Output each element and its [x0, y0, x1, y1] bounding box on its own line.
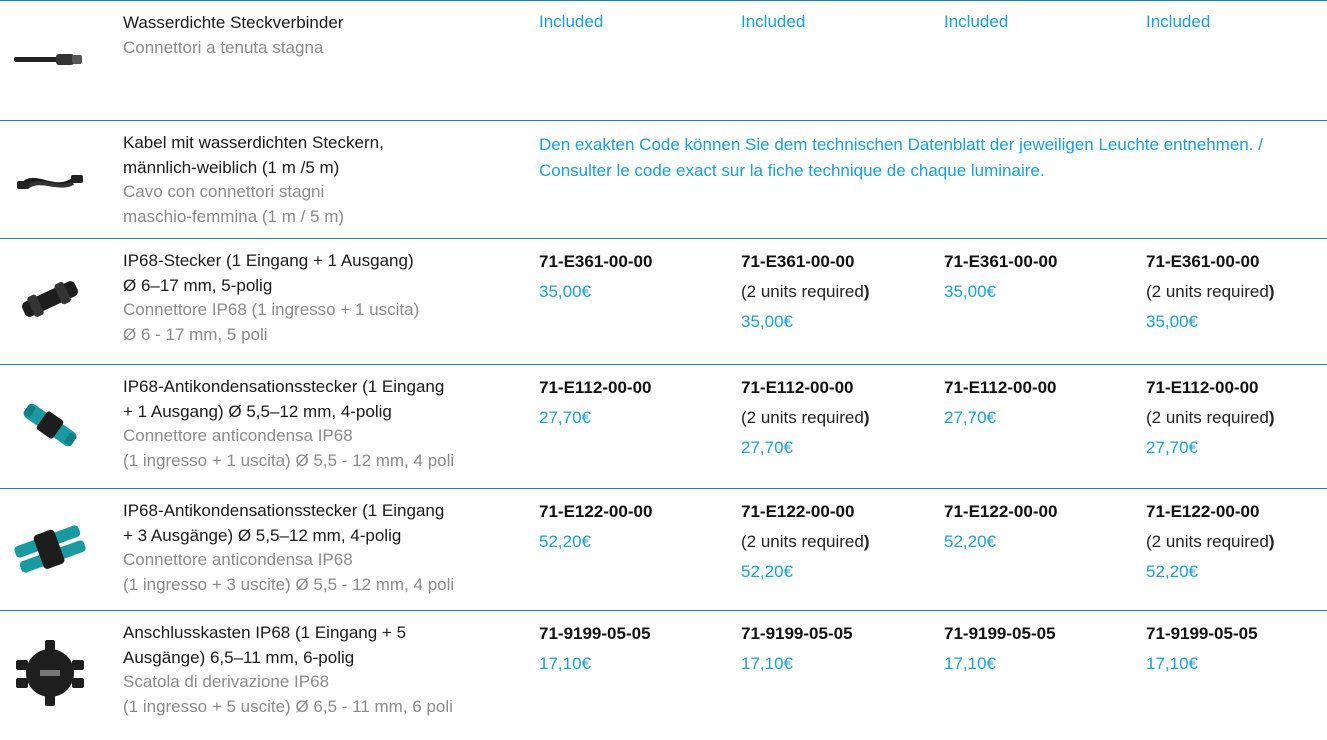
product-name-de: IP68-Antikondensationsstecker (1 Eingang [123, 377, 445, 396]
table-row: Kabel mit wasserdichten Steckern, männli… [0, 120, 1327, 238]
product-name-de: Ø 6–17 mm, 5-polig [123, 275, 273, 295]
product-code: 71-9199-05-05 [741, 624, 853, 643]
units-required-note: (2 units required) [741, 532, 870, 551]
junction-box-icon [0, 633, 100, 713]
product-name-de: Wasserdichte Steckverbinder [123, 13, 344, 32]
price: 52,20€ [1146, 562, 1198, 581]
product-code: 71-E112-00-00 [539, 378, 652, 397]
product-name-it: Connettore IP68 (1 ingresso + 1 uscita) [123, 300, 420, 319]
table-row: IP68-Stecker (1 Eingang + 1 Ausgang) Ø 6… [0, 238, 1327, 364]
product-code: 71-E361-00-00 [1146, 252, 1260, 271]
included-label: Included [1146, 12, 1211, 31]
price: 17,10€ [539, 654, 591, 673]
units-required-note: (2 units required) [1146, 408, 1275, 427]
datasheet-note: Den exakten Code können Sie dem technisc… [539, 135, 1263, 180]
product-name-de: IP68-Stecker (1 Eingang + 1 Ausgang) [123, 251, 414, 270]
product-code: 71-E112-00-00 [944, 378, 1057, 397]
product-name-de: IP68-Antikondensationsstecker (1 Eingang [123, 501, 445, 520]
product-name-it: Ø 6 - 17 mm, 5 poli [123, 324, 268, 344]
price: 52,20€ [944, 532, 996, 551]
product-code: 71-E112-00-00 [1146, 378, 1259, 397]
table-row: IP68-Antikondensationsstecker (1 Eingang… [0, 364, 1327, 488]
cable-connector-icon [0, 21, 100, 96]
units-required-note: (2 units required) [1146, 282, 1275, 301]
units-required-note: (2 units required) [1146, 532, 1275, 551]
product-code: 71-9199-05-05 [539, 624, 651, 643]
product-name-it: Cavo con connettori stagni [123, 182, 325, 201]
product-name-it: Connettori a tenuta stagna [123, 37, 324, 57]
accessories-table: Wasserdichte Steckverbinder Connettori a… [0, 0, 1327, 738]
ip68-connector-icon [0, 259, 100, 339]
product-name-de: Ausgänge) 6,5–11 mm, 6-polig [123, 647, 355, 667]
product-code: 71-E122-00-00 [741, 502, 855, 521]
product-name-de: Kabel mit wasserdichten Steckern, [123, 133, 384, 152]
product-code: 71-E122-00-00 [1146, 502, 1260, 521]
price: 27,70€ [1146, 438, 1198, 457]
price: 27,70€ [741, 438, 793, 457]
price: 35,00€ [944, 282, 996, 301]
product-name-it: (1 ingresso + 3 uscite) Ø 5,5 - 12 mm, 4… [123, 574, 455, 594]
product-name-it: Scatola di derivazione IP68 [123, 672, 330, 691]
included-label: Included [539, 12, 604, 31]
product-code: 71-E361-00-00 [539, 252, 653, 271]
price: 35,00€ [539, 282, 591, 301]
product-name-it: Connettore anticondensa IP68 [123, 550, 353, 569]
product-name-it: Connettore anticondensa IP68 [123, 426, 353, 445]
units-required-note: (2 units required) [741, 282, 870, 301]
price: 52,20€ [741, 562, 793, 581]
product-code: 71-E361-00-00 [944, 252, 1058, 271]
cable-with-plugs-icon [0, 141, 100, 221]
price: 27,70€ [944, 408, 996, 427]
price: 17,10€ [944, 654, 996, 673]
product-name-it: (1 ingresso + 5 uscite) Ø 6,5 - 11 mm, 6… [123, 696, 453, 716]
price: 52,20€ [539, 532, 591, 551]
product-code: 71-E122-00-00 [944, 502, 1058, 521]
product-code: 71-9199-05-05 [944, 624, 1056, 643]
anti-condensation-connector-icon [0, 385, 100, 465]
price: 17,10€ [1146, 654, 1198, 673]
product-code: 71-9199-05-05 [1146, 624, 1258, 643]
product-code: 71-E112-00-00 [741, 378, 854, 397]
price: 17,10€ [741, 654, 793, 673]
product-name-de: + 3 Ausgänge) Ø 5,5–12 mm, 4-polig [123, 525, 402, 545]
price: 27,70€ [539, 408, 591, 427]
product-code: 71-E361-00-00 [741, 252, 855, 271]
price: 35,00€ [1146, 312, 1198, 331]
product-name-de: Anschlusskasten IP68 (1 Eingang + 5 [123, 623, 407, 642]
table-row: Wasserdichte Steckverbinder Connettori a… [0, 0, 1327, 120]
triple-output-connector-icon [0, 509, 100, 589]
table-row: IP68-Antikondensationsstecker (1 Eingang… [0, 488, 1327, 610]
product-name-it: maschio-femmina (1 m / 5 m) [123, 206, 345, 226]
product-name-it: (1 ingresso + 1 uscita) Ø 5,5 - 12 mm, 4… [123, 450, 455, 470]
price: 35,00€ [741, 312, 793, 331]
product-name-de: männlich-weiblich (1 m /5 m) [123, 157, 340, 177]
product-name-de: + 1 Ausgang) Ø 5,5–12 mm, 4-polig [123, 401, 392, 421]
units-required-note: (2 units required) [741, 408, 870, 427]
table-row: Anschlusskasten IP68 (1 Eingang + 5 Ausg… [0, 610, 1327, 738]
included-label: Included [741, 12, 806, 31]
included-label: Included [944, 12, 1009, 31]
product-code: 71-E122-00-00 [539, 502, 653, 521]
